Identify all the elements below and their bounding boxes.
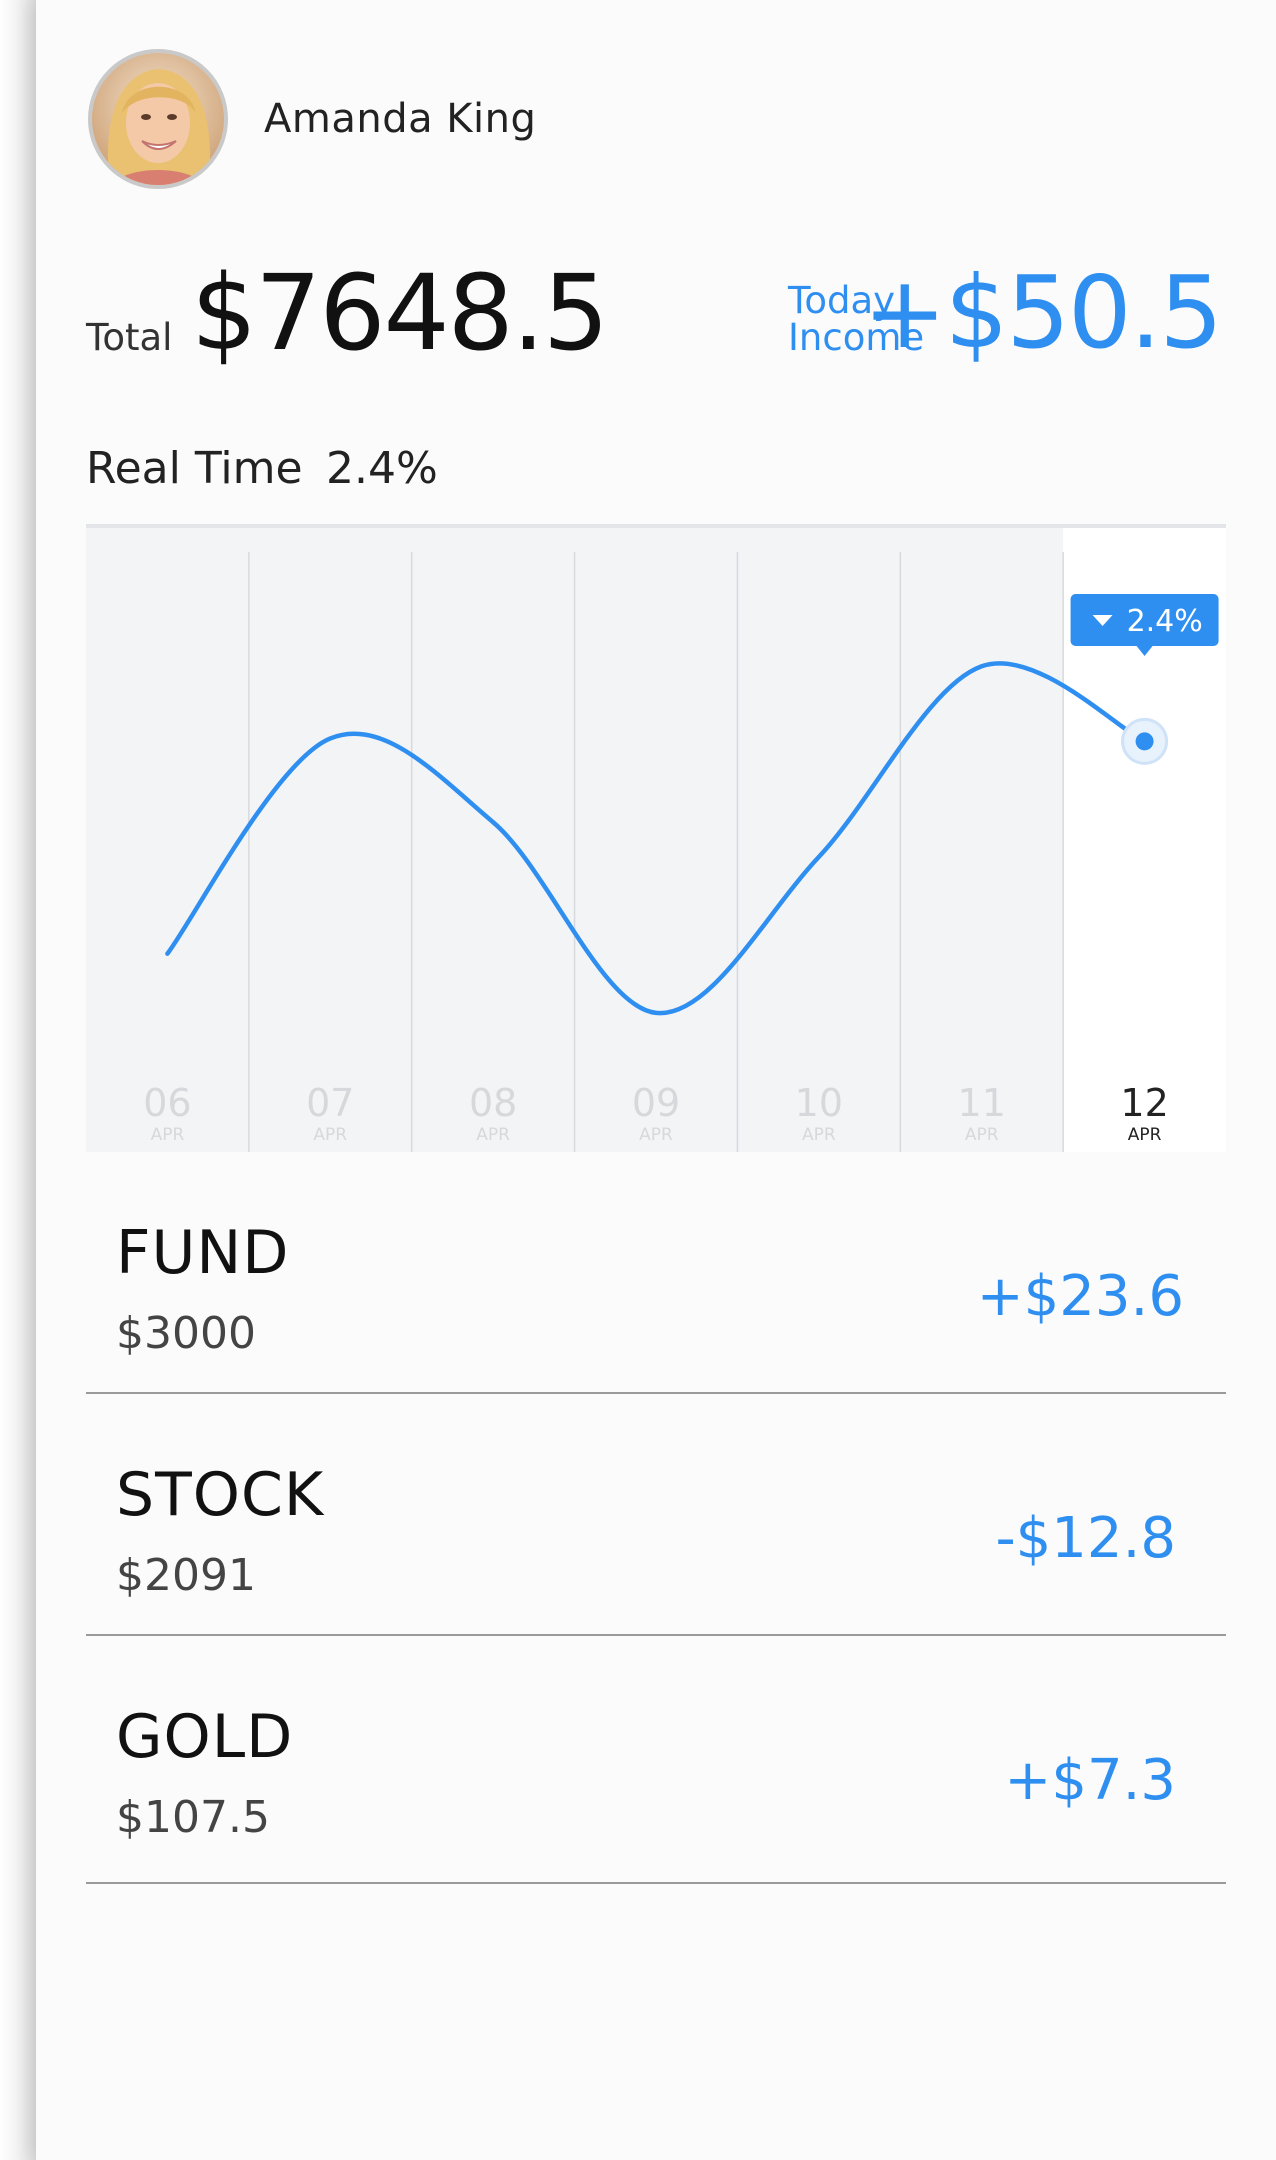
x-tick-sublabel: APR xyxy=(639,1125,673,1145)
x-tick-label: 10 xyxy=(795,1081,843,1125)
today-income-value: +$50.5 xyxy=(862,254,1223,371)
x-tick-label: 09 xyxy=(632,1081,680,1125)
list-item-fund[interactable]: FUND $3000 +$23.6 xyxy=(86,1152,1226,1394)
holding-change: +$7.3 xyxy=(1004,1748,1176,1813)
x-tick-sublabel: APR xyxy=(1128,1125,1162,1145)
realtime-label: Real Time xyxy=(86,443,303,494)
total-value: $7648.5 xyxy=(191,252,609,374)
holding-amount: $3000 xyxy=(116,1308,256,1359)
list-item-stock[interactable]: STOCK $2091 -$12.8 xyxy=(86,1394,1226,1636)
x-tick-sublabel: APR xyxy=(151,1125,185,1145)
x-tick-sublabel: APR xyxy=(313,1125,347,1145)
holding-change: +$23.6 xyxy=(976,1264,1184,1329)
x-tick-label: 07 xyxy=(306,1081,354,1125)
chart-point-marker xyxy=(1135,732,1154,751)
total-label: Total xyxy=(86,316,173,359)
realtime-value: 2.4% xyxy=(326,443,438,494)
holdings-list: FUND $3000 +$23.6 STOCK $2091 -$12.8 GOL… xyxy=(86,1152,1226,1884)
x-tick-label: 06 xyxy=(143,1081,191,1125)
x-tick-sublabel: APR xyxy=(802,1125,836,1145)
x-tick-sublabel: APR xyxy=(476,1125,510,1145)
chart-tooltip-label: 2.4% xyxy=(1127,604,1203,639)
left-shadow-edge xyxy=(0,0,40,2160)
x-tick-sublabel: APR xyxy=(965,1125,999,1145)
x-tick-label: 08 xyxy=(469,1081,517,1125)
portfolio-card: Amanda King Total $7648.5 Today Income +… xyxy=(36,0,1276,2160)
realtime-chart[interactable]: 2.4% 06 APR 07 APR 08 APR 09 APR 10 APR 11 APR 12 APR xyxy=(86,524,1226,1152)
holding-amount: $2091 xyxy=(116,1550,256,1601)
chart-svg: 2.4%06APR07APR08APR09APR10APR11APR12APR xyxy=(143,528,1226,1152)
holding-amount: $107.5 xyxy=(116,1792,270,1843)
list-item-gold[interactable]: GOLD $107.5 +$7.3 xyxy=(86,1636,1226,1884)
avatar-portrait-icon xyxy=(92,53,224,185)
holding-name: GOLD xyxy=(116,1702,294,1772)
user-name: Amanda King xyxy=(264,96,537,142)
holding-name: STOCK xyxy=(116,1460,325,1530)
x-tick-label: 11 xyxy=(958,1081,1006,1125)
holding-name: FUND xyxy=(116,1218,290,1288)
x-tick-label: 12 xyxy=(1120,1081,1168,1125)
chart-series-line xyxy=(165,661,1147,1016)
holding-change: -$12.8 xyxy=(995,1506,1176,1571)
avatar[interactable] xyxy=(88,49,228,189)
